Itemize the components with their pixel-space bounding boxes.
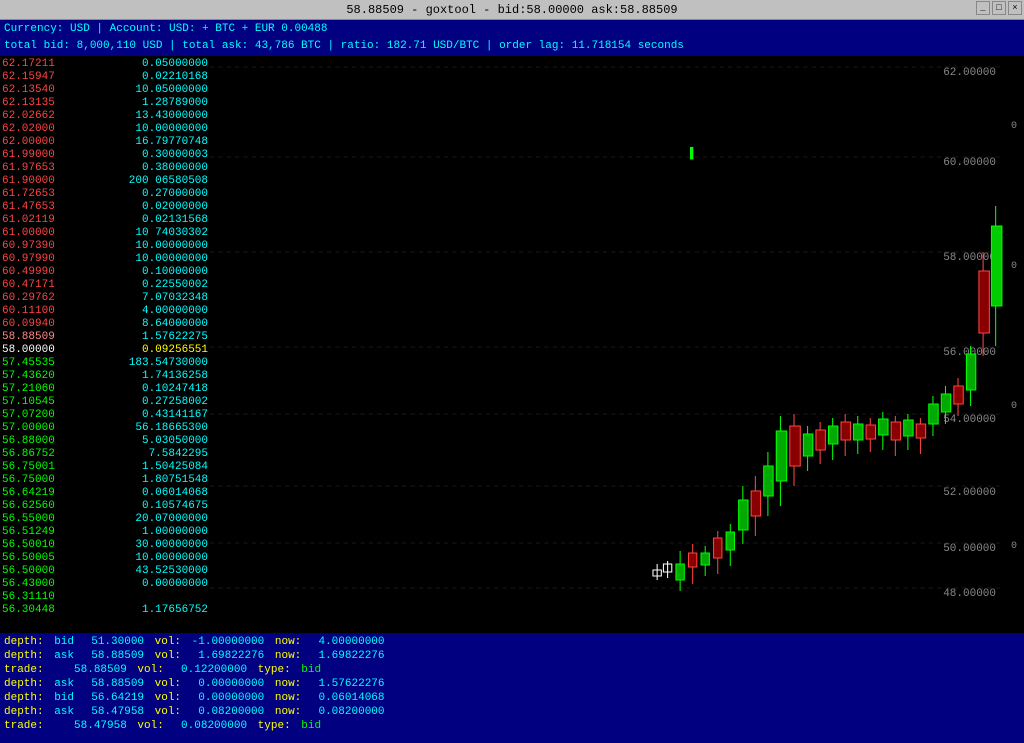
ob-ask-row: 61.72653 0.27000000 — [0, 188, 210, 201]
title-bar: 58.88509 - goxtool - bid:58.00000 ask:58… — [0, 0, 1024, 20]
candlestick-chart — [210, 56, 1004, 616]
ob-ask-row: 61.90000200 06580508 — [0, 175, 210, 188]
bottom-row-7: trade: 58.47958 vol: 0.08200000 type: bi… — [4, 719, 1020, 733]
ob-bid-row: 56.31110 — [0, 591, 210, 604]
ob-bid-row: 57.0000056.18665300 — [0, 422, 210, 435]
right-label-3: 0 — [1011, 401, 1017, 412]
bottom-row-6: depth: ask 58.47958 vol: 0.08200000 now:… — [4, 705, 1020, 719]
ob-ask-row: 60.11100 4.00000000 — [0, 305, 210, 318]
ob-mid-row: 58.00000 0.09256551 — [0, 344, 210, 357]
ob-bid-row: 56.5000043.52530000 — [0, 565, 210, 578]
ob-bid-row: 56.88000 5.03050000 — [0, 435, 210, 448]
order-book: 62.17211 0.05000000 62.15947 0.02210168 … — [0, 56, 210, 616]
ob-bid-row: 56.51249 1.00000000 — [0, 526, 210, 539]
ob-bid-row: 56.5000510.00000000 — [0, 552, 210, 565]
ob-ask-row: 61.0000010 74030302 — [0, 227, 210, 240]
title-controls: _ □ × — [976, 1, 1022, 15]
right-label-1: 0 — [1011, 121, 1017, 132]
ob-ask-row: 60.29762 7.07032348 — [0, 292, 210, 305]
ob-bid-row: 56.62560 0.10574675 — [0, 500, 210, 513]
ob-bid-row: 57.21060 0.10247418 — [0, 383, 210, 396]
main-area: 62.17211 0.05000000 62.15947 0.02210168 … — [0, 56, 1024, 616]
chart-area: 62.00000 60.00000 58.00000 56.00000 54.0… — [210, 56, 1004, 616]
ob-ask-row: 61.47653 0.02000000 — [0, 201, 210, 214]
currency-text: Currency: USD | Account: USD: + BTC + EU… — [4, 23, 327, 35]
close-btn[interactable]: × — [1008, 1, 1022, 15]
ob-ask-row: 62.1354010.05000000 — [0, 84, 210, 97]
ob-ask-row: 61.99000 0.30000003 — [0, 149, 210, 162]
header-stats: total bid: 8,000,110 USD | total ask: 43… — [0, 38, 1024, 56]
ob-bid-row: 56.64219 0.06014068 — [0, 487, 210, 500]
bottom-row-4: depth: ask 58.88509 vol: 0.00000000 now:… — [4, 677, 1020, 691]
ob-ask-row: 62.0000016.79770748 — [0, 136, 210, 149]
ob-ask-row: 61.02119 0.02131568 — [0, 214, 210, 227]
ob-ask-row: 62.0266213.43000000 — [0, 110, 210, 123]
ob-bid-row: 56.5001030.00000000 — [0, 539, 210, 552]
maximize-btn[interactable]: □ — [992, 1, 1006, 15]
header-currency: Currency: USD | Account: USD: + BTC + EU… — [0, 20, 1024, 38]
bottom-row-1: depth: bid 51.30000 vol: -1.00000000 now… — [4, 635, 1020, 649]
ob-ask-row: 61.97653 0.38000000 — [0, 162, 210, 175]
ob-bid-row: 56.30448 1.17656752 — [0, 604, 210, 616]
right-panel: 0 0 0 0 — [1004, 56, 1024, 616]
ob-ask-row: 62.17211 0.05000000 — [0, 58, 210, 71]
ob-ask-row: 60.9799010.00000000 — [0, 253, 210, 266]
title-text: 58.88509 - goxtool - bid:58.00000 ask:58… — [346, 3, 677, 17]
ob-ask-row: 62.15947 0.02210168 — [0, 71, 210, 84]
ob-bid-row: 57.45535183.54730000 — [0, 357, 210, 370]
ob-bid-row: 56.43000 0.00000000 — [0, 578, 210, 591]
right-label-4: 0 — [1011, 541, 1017, 552]
ob-ask-row: 60.49990 0.10000000 — [0, 266, 210, 279]
bottom-data: depth: bid 51.30000 vol: -1.00000000 now… — [0, 633, 1024, 743]
bottom-row-3: trade: 58.88509 vol: 0.12200000 type: bi… — [4, 663, 1020, 677]
ob-bid-row: 56.5500020.07000000 — [0, 513, 210, 526]
ob-bid-row: 57.10545 0.27258002 — [0, 396, 210, 409]
stats-text: total bid: 8,000,110 USD | total ask: 43… — [4, 40, 684, 52]
ob-bid-row: 56.75001 1.50425084 — [0, 461, 210, 474]
ob-bid-row: 57.43620 1.74136258 — [0, 370, 210, 383]
ob-ask-row: 58.88509 1.57622275 — [0, 331, 210, 344]
ob-ask-row: 60.47171 0.22550002 — [0, 279, 210, 292]
ob-bid-row: 56.75000 1.80751548 — [0, 474, 210, 487]
bottom-row-5: depth: bid 56.64219 vol: 0.00000000 now:… — [4, 691, 1020, 705]
ob-bid-row: 56.86752 7.5842295 — [0, 448, 210, 461]
ob-bid-row: 57.07200 0.43141167 — [0, 409, 210, 422]
ob-ask-row: 62.0200010.00000000 — [0, 123, 210, 136]
ob-ask-row: 62.13135 1.28789000 — [0, 97, 210, 110]
ob-ask-row: 60.9739010.00000000 — [0, 240, 210, 253]
bottom-row-2: depth: ask 58.88509 vol: 1.69822276 now:… — [4, 649, 1020, 663]
ob-ask-row: 60.09940 8.64000000 — [0, 318, 210, 331]
right-label-2: 0 — [1011, 261, 1017, 272]
minimize-btn[interactable]: _ — [976, 1, 990, 15]
